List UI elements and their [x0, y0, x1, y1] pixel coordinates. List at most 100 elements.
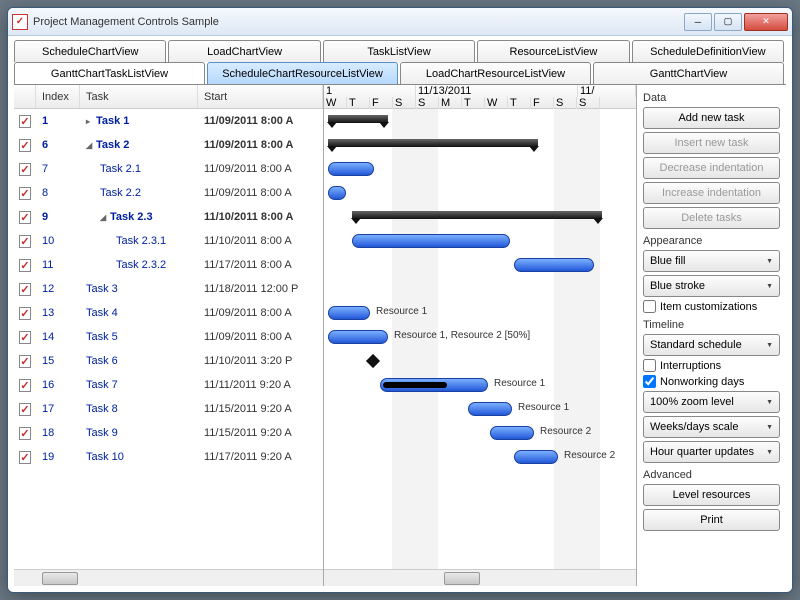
col-start[interactable]: Start [198, 85, 323, 108]
gantt-bar[interactable] [514, 258, 594, 272]
expand-icon[interactable]: ▸ [86, 117, 96, 126]
gantt-bar[interactable] [468, 402, 512, 416]
task-name[interactable]: Task 9 [80, 427, 198, 439]
complete-checkbox[interactable]: ✓ [14, 187, 36, 200]
task-start[interactable]: 11/09/2011 8:00 A [198, 139, 323, 151]
tab-ganttchartview[interactable]: GanttChartView [593, 62, 784, 84]
col-index[interactable]: Index [36, 85, 80, 108]
table-row[interactable]: ✓ 12 Task 3 11/18/2011 12:00 P [14, 277, 323, 301]
task-start[interactable]: 11/10/2011 8:00 A [198, 211, 323, 223]
print-button[interactable]: Print [643, 509, 780, 531]
complete-checkbox[interactable]: ✓ [14, 427, 36, 440]
task-name[interactable]: Task 2.3.1 [80, 235, 198, 247]
table-row[interactable]: ✓ 13 Task 4 11/09/2011 8:00 A [14, 301, 323, 325]
task-name[interactable]: Task 8 [80, 403, 198, 415]
task-start[interactable]: 11/11/2011 9:20 A [198, 379, 323, 391]
complete-checkbox[interactable]: ✓ [14, 283, 36, 296]
table-row[interactable]: ✓ 16 Task 7 11/11/2011 9:20 A [14, 373, 323, 397]
task-name[interactable]: Task 4 [80, 307, 198, 319]
task-name[interactable]: Task 2.2 [80, 187, 198, 199]
table-row[interactable]: ✓ 1 ▸Task 1 11/09/2011 8:00 A [14, 109, 323, 133]
close-button[interactable]: ✕ [744, 13, 788, 31]
tab-tasklistview[interactable]: TaskListView [323, 40, 475, 62]
task-start[interactable]: 11/10/2011 8:00 A [198, 235, 323, 247]
table-row[interactable]: ✓ 8 Task 2.2 11/09/2011 8:00 A [14, 181, 323, 205]
gantt-bar[interactable] [490, 426, 534, 440]
task-start[interactable]: 11/09/2011 8:00 A [198, 331, 323, 343]
task-name[interactable]: Task 10 [80, 451, 198, 463]
gantt-bar[interactable] [380, 378, 488, 392]
task-name[interactable]: Task 6 [80, 355, 198, 367]
fill-select[interactable]: Blue fill [643, 250, 780, 272]
zoom-select[interactable]: 100% zoom level [643, 391, 780, 413]
tab-schedulechartresourcelistview[interactable]: ScheduleChartResourceListView [207, 62, 398, 84]
complete-checkbox[interactable]: ✓ [14, 163, 36, 176]
gantt-bar[interactable] [328, 330, 388, 344]
task-name[interactable]: ▸Task 1 [80, 115, 198, 127]
interruptions-checkbox[interactable]: Interruptions [643, 359, 780, 372]
tab-loadchartresourcelistview[interactable]: LoadChartResourceListView [400, 62, 591, 84]
schedule-select[interactable]: Standard schedule [643, 334, 780, 356]
maximize-button[interactable]: ▢ [714, 13, 742, 31]
complete-checkbox[interactable]: ✓ [14, 115, 36, 128]
table-row[interactable]: ✓ 14 Task 5 11/09/2011 8:00 A [14, 325, 323, 349]
gantt-milestone[interactable] [366, 354, 380, 368]
decrease-indentation-button[interactable]: Decrease indentation [643, 157, 780, 179]
gantt-bar[interactable] [514, 450, 558, 464]
table-row[interactable]: ✓ 10 Task 2.3.1 11/10/2011 8:00 A [14, 229, 323, 253]
task-name[interactable]: Task 2.3.2 [80, 259, 198, 271]
gantt-bar[interactable] [328, 306, 370, 320]
stroke-select[interactable]: Blue stroke [643, 275, 780, 297]
complete-checkbox[interactable]: ✓ [14, 235, 36, 248]
gantt-bar[interactable] [352, 234, 510, 248]
table-row[interactable]: ✓ 7 Task 2.1 11/09/2011 8:00 A [14, 157, 323, 181]
gantt-bar[interactable] [328, 139, 538, 147]
complete-checkbox[interactable]: ✓ [14, 403, 36, 416]
task-start[interactable]: 11/09/2011 8:00 A [198, 115, 323, 127]
tab-loadchartview[interactable]: LoadChartView [168, 40, 320, 62]
gantt-bar[interactable] [328, 186, 346, 200]
expand-icon[interactable]: ◢ [100, 213, 110, 222]
complete-checkbox[interactable]: ✓ [14, 355, 36, 368]
tab-resourcelistview[interactable]: ResourceListView [477, 40, 629, 62]
complete-checkbox[interactable]: ✓ [14, 379, 36, 392]
gantt-bar[interactable] [328, 162, 374, 176]
scale-select[interactable]: Weeks/days scale [643, 416, 780, 438]
task-start[interactable]: 11/09/2011 8:00 A [198, 163, 323, 175]
table-row[interactable]: ✓ 19 Task 10 11/17/2011 9:20 A [14, 445, 323, 469]
nonworking-days-checkbox[interactable]: Nonworking days [643, 375, 780, 388]
tab-schedulechartview[interactable]: ScheduleChartView [14, 40, 166, 62]
table-row[interactable]: ✓ 18 Task 9 11/15/2011 9:20 A [14, 421, 323, 445]
complete-checkbox[interactable]: ✓ [14, 211, 36, 224]
complete-checkbox[interactable]: ✓ [14, 139, 36, 152]
complete-checkbox[interactable]: ✓ [14, 331, 36, 344]
complete-checkbox[interactable]: ✓ [14, 307, 36, 320]
delete-tasks-button[interactable]: Delete tasks [643, 207, 780, 229]
updates-select[interactable]: Hour quarter updates [643, 441, 780, 463]
tab-scheduledefinitionview[interactable]: ScheduleDefinitionView [632, 40, 784, 62]
task-start[interactable]: 11/18/2011 12:00 P [198, 283, 323, 295]
gantt-bar[interactable] [328, 115, 388, 123]
task-start[interactable]: 11/17/2011 9:20 A [198, 451, 323, 463]
complete-checkbox[interactable]: ✓ [14, 259, 36, 272]
insert-new-task-button[interactable]: Insert new task [643, 132, 780, 154]
task-name[interactable]: ◢Task 2 [80, 139, 198, 151]
table-row[interactable]: ✓ 6 ◢Task 2 11/09/2011 8:00 A [14, 133, 323, 157]
task-name[interactable]: Task 3 [80, 283, 198, 295]
tasklist-scrollbar[interactable] [14, 569, 323, 586]
task-name[interactable]: Task 7 [80, 379, 198, 391]
task-start[interactable]: 11/15/2011 9:20 A [198, 427, 323, 439]
gantt-body[interactable]: Resource 1Resource 1, Resource 2 [50%]Re… [324, 109, 636, 569]
task-start[interactable]: 11/09/2011 8:00 A [198, 187, 323, 199]
level-resources-button[interactable]: Level resources [643, 484, 780, 506]
add-new-task-button[interactable]: Add new task [643, 107, 780, 129]
task-start[interactable]: 11/09/2011 8:00 A [198, 307, 323, 319]
tab-ganttcharttasklistview[interactable]: GanttChartTaskListView [14, 62, 205, 84]
col-task[interactable]: Task [80, 85, 198, 108]
task-name[interactable]: Task 5 [80, 331, 198, 343]
table-row[interactable]: ✓ 15 Task 6 11/10/2011 3:20 P [14, 349, 323, 373]
expand-icon[interactable]: ◢ [86, 141, 96, 150]
gantt-bar[interactable] [352, 211, 602, 219]
increase-indentation-button[interactable]: Increase indentation [643, 182, 780, 204]
complete-checkbox[interactable]: ✓ [14, 451, 36, 464]
